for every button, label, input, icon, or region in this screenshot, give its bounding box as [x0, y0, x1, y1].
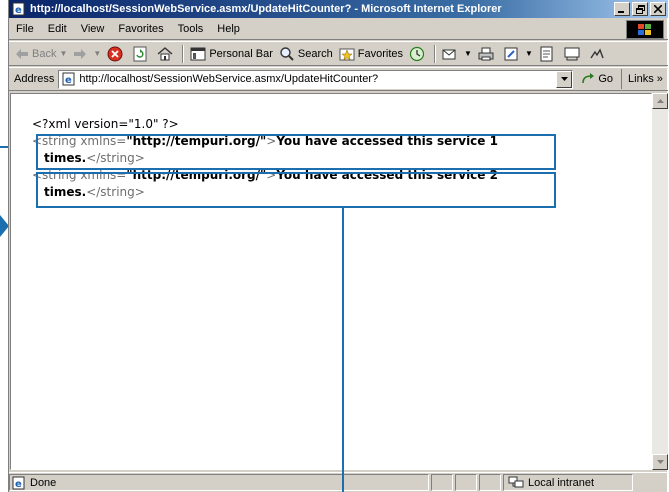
scroll-up-button[interactable] — [652, 93, 668, 109]
status-pane — [479, 474, 501, 491]
print-button[interactable] — [475, 43, 500, 65]
forward-dropdown-icon[interactable]: ▼ — [93, 49, 101, 58]
window-title: http://localhost/SessionWebService.asmx/… — [30, 3, 502, 15]
status-pane — [455, 474, 477, 491]
go-button[interactable]: Go — [581, 73, 613, 85]
menu-view[interactable]: View — [74, 19, 112, 40]
svg-text:e: e — [15, 479, 22, 490]
mail-button[interactable]: ▼ — [439, 43, 475, 65]
search-button[interactable]: Search — [276, 43, 336, 65]
edit-button[interactable]: ▼ — [500, 43, 536, 65]
close-button[interactable] — [650, 2, 666, 16]
window-controls — [612, 2, 666, 16]
refresh-button[interactable] — [129, 43, 154, 65]
restore-button[interactable] — [632, 2, 648, 16]
svg-text:e: e — [15, 5, 22, 16]
search-label: Search — [297, 47, 333, 60]
back-button[interactable]: Back ▼ — [12, 43, 70, 65]
address-bar: Address e http://localhost/SessionWebSer… — [9, 67, 668, 91]
standard-toolbar: Back ▼ ▼ Personal Bar Search Favorites ▼… — [9, 41, 668, 66]
intranet-zone-icon — [508, 476, 524, 488]
forward-button[interactable]: ▼ — [70, 43, 104, 65]
toolbar-separator — [434, 44, 437, 63]
history-button[interactable] — [406, 43, 431, 65]
windows-logo-throbber — [626, 20, 664, 39]
favorites-button[interactable]: Favorites — [336, 43, 406, 65]
menu-help[interactable]: Help — [210, 19, 247, 40]
status-text: Done — [30, 476, 57, 489]
browser-window: e http://localhost/SessionWebService.asm… — [8, 0, 668, 492]
menu-favorites[interactable]: Favorites — [111, 19, 170, 40]
menu-tools[interactable]: Tools — [171, 19, 211, 40]
address-label: Address — [14, 73, 55, 85]
discuss-button[interactable] — [536, 43, 561, 65]
menu-file[interactable]: File — [9, 19, 41, 40]
edit-dropdown-icon[interactable]: ▼ — [525, 49, 533, 58]
back-label: Back — [32, 47, 57, 60]
go-label: Go — [598, 73, 614, 85]
mail-dropdown-icon[interactable]: ▼ — [464, 49, 472, 58]
related-button[interactable] — [586, 43, 611, 65]
callout-box-response-2 — [36, 172, 556, 208]
personal-bar-label: Personal Bar — [209, 47, 273, 60]
callout-line-vertical — [342, 208, 344, 492]
security-zone-text: Local intranet — [528, 476, 595, 489]
status-bar: e Done Local intranet — [9, 472, 668, 492]
ie-page-icon: e — [62, 72, 75, 86]
security-zone-pane: Local intranet — [503, 474, 633, 491]
stop-button[interactable] — [104, 43, 129, 65]
messenger-button[interactable] — [561, 43, 586, 65]
scroll-down-button[interactable] — [652, 454, 668, 470]
links-button[interactable]: Links » — [621, 69, 663, 89]
personal-bar-button[interactable]: Personal Bar — [187, 43, 276, 65]
back-dropdown-icon[interactable]: ▼ — [59, 49, 67, 58]
vertical-scrollbar[interactable] — [652, 93, 668, 470]
home-button[interactable] — [154, 43, 179, 65]
toolbar-separator — [182, 44, 185, 63]
minimize-button[interactable] — [614, 2, 630, 16]
address-dropdown-icon[interactable] — [556, 70, 573, 88]
menu-bar: File Edit View Favorites Tools Help — [9, 19, 668, 40]
menu-edit[interactable]: Edit — [41, 19, 74, 40]
favorites-label: Favorites — [357, 47, 404, 60]
status-text-pane: e Done — [9, 474, 429, 491]
done-page-icon: e — [12, 476, 25, 490]
svg-text:e: e — [65, 75, 72, 86]
ie-page-icon: e — [12, 2, 26, 16]
callout-box-response-1 — [36, 134, 556, 170]
title-bar[interactable]: e http://localhost/SessionWebService.asm… — [9, 0, 668, 18]
status-pane — [431, 474, 453, 491]
address-input[interactable]: e http://localhost/SessionWebService.asm… — [58, 69, 574, 89]
xml-declaration: <?xml version="1.0" ?> — [32, 117, 179, 131]
address-url: http://localhost/SessionWebService.asmx/… — [79, 73, 379, 85]
